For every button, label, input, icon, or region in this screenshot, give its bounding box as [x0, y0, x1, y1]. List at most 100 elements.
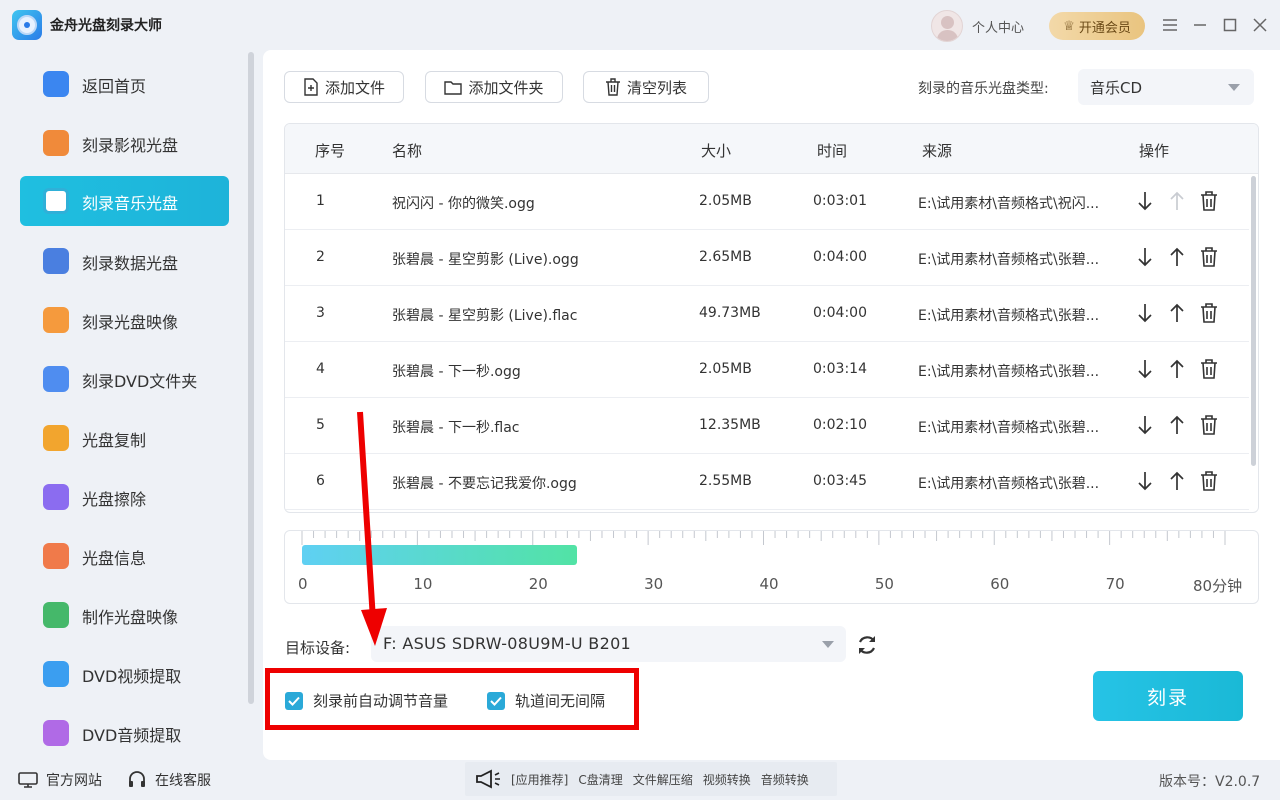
delete-icon[interactable] [1198, 302, 1220, 324]
minimize-icon[interactable] [1189, 14, 1211, 36]
burn-button[interactable]: 刻录 [1093, 671, 1243, 721]
cell-no: 4 [316, 361, 325, 377]
col-source: 来源 [922, 142, 953, 160]
cell-name: 张碧晨 - 不要忘记我爱你.ogg [392, 476, 577, 492]
cell-source: E:\试用素材\音频格式\张碧... [918, 364, 1100, 380]
sidebar-item-label: 刻录影视光盘 [82, 136, 179, 155]
sidebar-item[interactable]: 光盘信息 [20, 531, 229, 581]
cell-source: E:\试用素材\音频格式\祝闪... [918, 196, 1100, 212]
sidebar-item[interactable]: 刻录影视光盘 [20, 118, 229, 168]
table-row[interactable]: 3 张碧晨 - 星空剪影 (Live).flac 49.73MB 0:04:00 E:\… [285, 286, 1249, 342]
cell-name: 张碧晨 - 下一秒.flac [392, 420, 520, 436]
sidebar-item[interactable]: 光盘擦除 [20, 472, 229, 522]
ruler-tick-label: 0 [298, 575, 308, 593]
move-down-icon[interactable] [1134, 246, 1156, 268]
cell-size: 2.65MB [699, 249, 752, 265]
version-label: 版本号：V2.0.7 [1159, 774, 1261, 790]
auto-volume-checkbox[interactable]: 刻录前自动调节音量 [285, 690, 448, 711]
table-row[interactable]: 4 张碧晨 - 下一秒.ogg 2.05MB 0:03:14 E:\试用素材\音频格式\… [285, 342, 1249, 398]
home-icon [43, 71, 69, 97]
promo-link[interactable]: 音频转换 [761, 771, 809, 788]
table-scrollbar[interactable] [1251, 176, 1256, 466]
move-down-icon[interactable] [1134, 358, 1156, 380]
sidebar-item[interactable]: DVD音频提取 [20, 708, 229, 758]
refresh-icon[interactable] [855, 633, 879, 657]
sidebar-item-label: 光盘信息 [82, 549, 147, 568]
disc-icon [43, 366, 69, 392]
move-up-icon[interactable] [1166, 246, 1188, 268]
delete-icon[interactable] [1198, 358, 1220, 380]
sidebar-item[interactable]: 刻录DVD文件夹 [20, 354, 229, 404]
add-file-button[interactable]: 添加文件 [284, 71, 404, 103]
sidebar-item[interactable]: DVD视频提取 [20, 649, 229, 699]
add-folder-button[interactable]: 添加文件夹 [425, 71, 563, 103]
move-up-icon[interactable] [1166, 190, 1188, 212]
disc-icon [43, 188, 69, 214]
cell-time: 0:02:10 [813, 417, 867, 433]
menu-icon[interactable] [1159, 14, 1181, 36]
chevron-down-icon [822, 641, 834, 648]
sidebar-item-label: 刻录DVD文件夹 [82, 372, 198, 391]
close-icon[interactable] [1249, 14, 1271, 36]
table-row[interactable]: 2 张碧晨 - 星空剪影 (Live).ogg 2.65MB 0:04:00 E:\试用… [285, 230, 1249, 286]
sidebar-item-label: 光盘复制 [82, 431, 147, 450]
trash-icon [605, 78, 620, 96]
table-header: 序号 名称 大小 时间 来源 操作 [285, 124, 1258, 174]
move-down-icon[interactable] [1134, 470, 1156, 492]
disc-icon [43, 661, 69, 687]
delete-icon[interactable] [1198, 414, 1220, 436]
move-up-icon[interactable] [1166, 414, 1188, 436]
sidebar-scrollbar[interactable] [248, 52, 254, 704]
disc-icon [43, 307, 69, 333]
disc-type-select[interactable]: 音乐CD [1078, 69, 1254, 105]
delete-icon[interactable] [1198, 190, 1220, 212]
cell-time: 0:03:01 [813, 193, 867, 209]
support-link[interactable]: 在线客服 [127, 770, 211, 790]
avatar[interactable] [931, 10, 963, 42]
promo-link[interactable]: C盘清理 [578, 771, 622, 788]
maximize-icon[interactable] [1219, 14, 1241, 36]
vip-button[interactable]: ♕ 开通会员 [1049, 12, 1145, 40]
move-up-icon[interactable] [1166, 358, 1188, 380]
no-gap-checkbox[interactable]: 轨道间无间隔 [487, 690, 605, 711]
title-bar: 金舟光盘刻录大师 个人中心 ♕ 开通会员 [0, 0, 1280, 50]
device-select[interactable]: F: ASUS SDRW-08U9M-U B201 [371, 626, 846, 662]
chevron-down-icon [1228, 84, 1240, 91]
table-row[interactable]: 6 张碧晨 - 不要忘记我爱你.ogg 2.55MB 0:03:45 E:\试用素材\音… [285, 454, 1249, 510]
move-down-icon[interactable] [1134, 414, 1156, 436]
disc-type-label: 刻录的音乐光盘类型: [918, 81, 1049, 97]
file-icon [304, 78, 318, 96]
sidebar-item[interactable]: 刻录数据光盘 [20, 236, 229, 286]
sidebar-item[interactable]: 制作光盘映像 [20, 590, 229, 640]
sidebar-item[interactable]: 刻录音乐光盘 [20, 176, 229, 226]
move-up-icon[interactable] [1166, 470, 1188, 492]
col-index: 序号 [315, 142, 346, 160]
delete-icon[interactable] [1198, 470, 1220, 492]
table-row[interactable]: 5 张碧晨 - 下一秒.flac 12.35MB 0:02:10 E:\试用素材\音频格… [285, 398, 1249, 454]
move-up-icon[interactable] [1166, 302, 1188, 324]
website-link[interactable]: 官方网站 [18, 770, 102, 790]
folder-icon [444, 81, 463, 95]
cell-no: 2 [316, 249, 325, 265]
ruler-ticks [301, 531, 1226, 545]
sidebar-item[interactable]: 刻录光盘映像 [20, 295, 229, 345]
megaphone-icon [476, 769, 500, 789]
table-row[interactable]: 1 祝闪闪 - 你的微笑.ogg 2.05MB 0:03:01 E:\试用素材\音频格式… [285, 174, 1249, 230]
clear-list-button[interactable]: 清空列表 [583, 71, 709, 103]
delete-icon[interactable] [1198, 246, 1220, 268]
promo-link[interactable]: 文件解压缩 [633, 771, 693, 788]
cell-no: 6 [316, 473, 325, 489]
promo-label: [应用推荐] [511, 772, 569, 787]
disc-icon [43, 602, 69, 628]
user-center-link[interactable]: 个人中心 [972, 17, 1024, 36]
promo-link[interactable]: 视频转换 [703, 771, 751, 788]
ruler-tick-label: 70 [1105, 575, 1125, 593]
sidebar-item[interactable]: 光盘复制 [20, 413, 229, 463]
sidebar-item[interactable]: 返回首页 [20, 59, 229, 109]
capacity-ruler: 0 10 20 30 40 50 60 70 80分钟 [284, 530, 1259, 604]
main-panel: 添加文件 添加文件夹 清空列表 刻录的音乐光盘类型: 音乐CD 序号 名称 大小… [263, 50, 1280, 760]
move-down-icon[interactable] [1134, 190, 1156, 212]
cell-name: 张碧晨 - 下一秒.ogg [392, 364, 521, 380]
cell-size: 49.73MB [699, 305, 761, 321]
move-down-icon[interactable] [1134, 302, 1156, 324]
